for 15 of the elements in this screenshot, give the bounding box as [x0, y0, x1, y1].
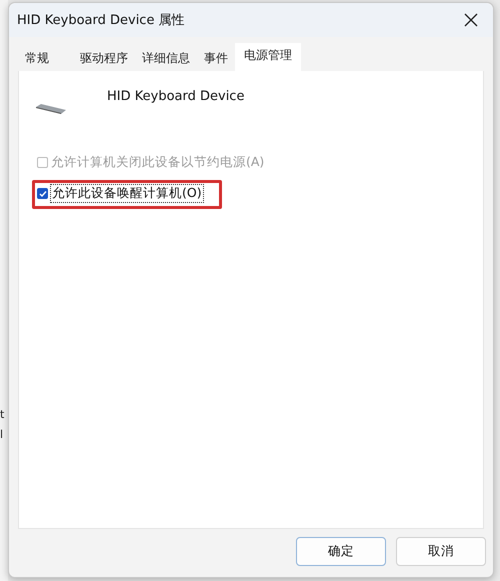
cancel-button[interactable]: 取消: [396, 537, 486, 566]
checkbox[interactable]: 允许此设备唤醒计算机(O): [37, 185, 203, 202]
tab[interactable]: 驱动程序: [73, 45, 135, 71]
check-icon: [38, 190, 46, 198]
window-title: HID Keyboard Device 属性: [17, 12, 185, 29]
background-text: t: [0, 407, 6, 423]
ok-button[interactable]: 确定: [296, 537, 386, 566]
device-name: HID Keyboard Device: [107, 89, 244, 104]
keyboard-icon: [35, 103, 67, 115]
tab[interactable]: 电源管理: [235, 43, 301, 71]
close-icon[interactable]: [464, 13, 478, 27]
tab[interactable]: 详细信息: [135, 45, 197, 71]
tab[interactable]: 事件: [197, 45, 235, 71]
tab[interactable]: 常规: [18, 45, 73, 71]
background-text: l: [0, 427, 4, 443]
